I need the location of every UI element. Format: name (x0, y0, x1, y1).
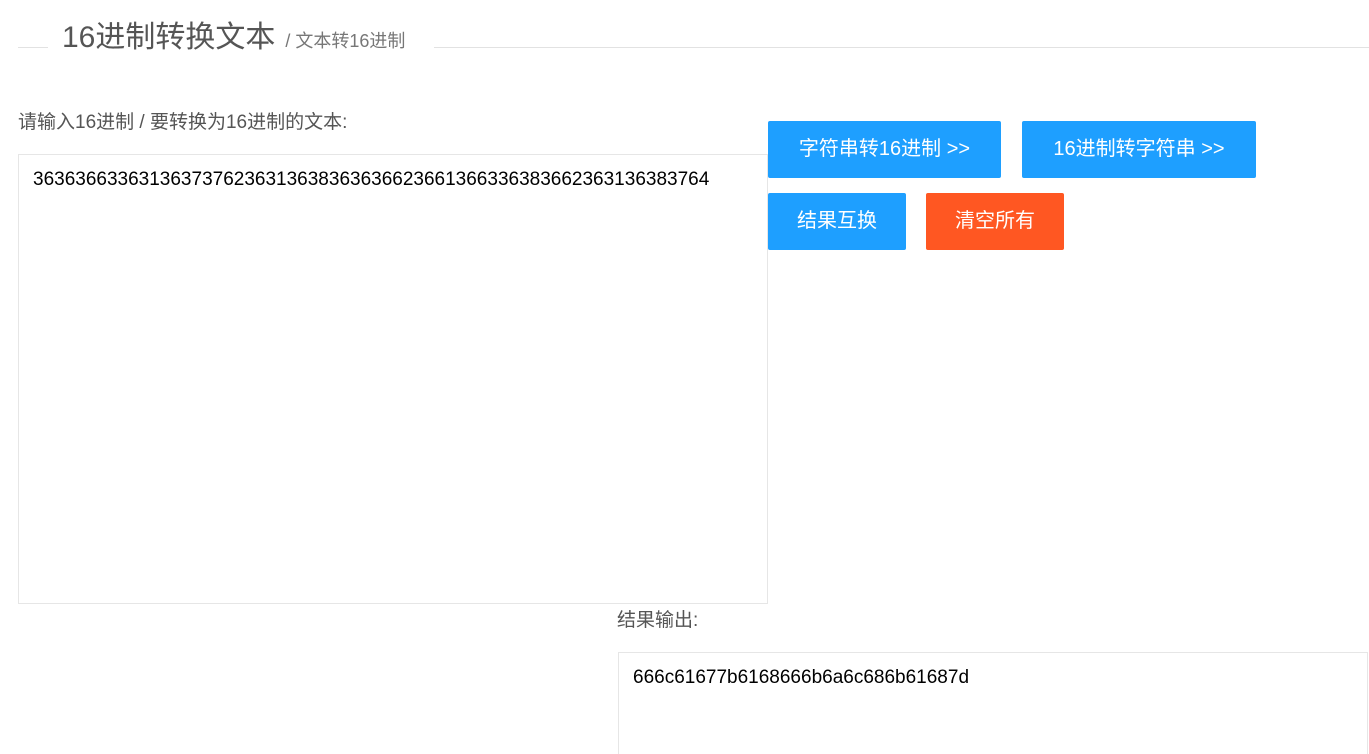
input-label: 请输入16进制 / 要转换为16进制的文本: (18, 112, 348, 133)
page-title: 16进制转换文本 (62, 21, 276, 54)
swap-results-button[interactable]: 结果互换 (768, 193, 906, 250)
title-divider-right (434, 47, 1369, 48)
string-to-hex-button[interactable]: 字符串转16进制 >> (768, 121, 1001, 178)
clear-all-button[interactable]: 清空所有 (926, 193, 1064, 250)
page-header: 16进制转换文本 / 文本转16进制 (62, 18, 405, 58)
input-textarea[interactable]: 3636366336313637376236313638363636623661… (18, 154, 768, 604)
output-label: 结果输出: (617, 610, 699, 631)
hex-to-string-button[interactable]: 16进制转字符串 >> (1022, 121, 1256, 178)
page-subtitle: / 文本转16进制 (285, 31, 406, 51)
output-textarea[interactable]: 666c61677b6168666b6a6c686b61687d (618, 652, 1368, 754)
hex-converter-page: 16进制转换文本 / 文本转16进制 请输入16进制 / 要转换为16进制的文本:… (0, 0, 1369, 754)
title-divider-left (18, 47, 48, 48)
